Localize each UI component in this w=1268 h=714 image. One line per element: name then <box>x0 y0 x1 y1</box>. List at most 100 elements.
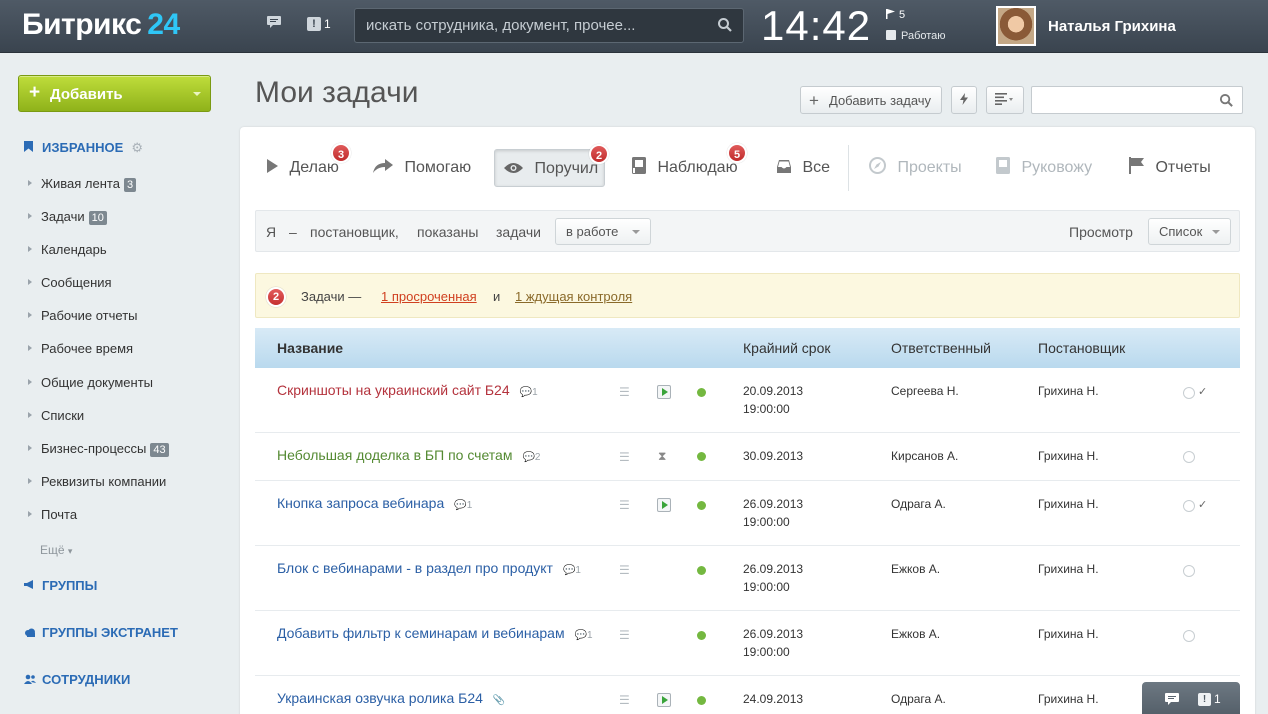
complete-checkbox[interactable] <box>1183 500 1195 512</box>
sidebar-item-documents[interactable]: Общие документы <box>28 375 169 408</box>
row-menu-icon[interactable]: ☰ <box>619 498 630 512</box>
start-task-icon[interactable] <box>657 693 671 707</box>
tab-watching[interactable]: Наблюдаю 5 <box>632 143 747 187</box>
task-title-link[interactable]: Украинская озвучка ролика Б24 📎 <box>277 690 505 706</box>
start-task-icon[interactable] <box>657 498 671 512</box>
user-name[interactable]: Наталья Грихина <box>1048 18 1176 35</box>
messages-icon[interactable] <box>266 15 282 32</box>
gear-icon[interactable]: ⚙ <box>131 140 143 155</box>
row-menu-icon[interactable]: ☰ <box>619 450 630 464</box>
complete-checkbox[interactable] <box>1183 565 1195 577</box>
notifications-button[interactable]: ! 1 <box>307 15 331 31</box>
task-title-link[interactable]: Небольшая доделка в БП по счетам 💬2 <box>277 447 540 463</box>
task-creator[interactable]: Грихина Н. <box>1038 692 1099 706</box>
tab-all[interactable]: Все <box>777 149 830 187</box>
column-responsible[interactable]: Ответственный <box>891 340 991 356</box>
sidebar-groups[interactable]: ГРУППЫ <box>24 578 97 593</box>
sidebar-item-lists[interactable]: Списки <box>28 408 169 441</box>
task-creator[interactable]: Грихина Н. <box>1038 562 1099 576</box>
complete-checkbox[interactable] <box>1183 387 1195 399</box>
chevron-down-icon[interactable] <box>193 92 201 96</box>
tab-assigned[interactable]: Поручил 2 <box>494 144 609 187</box>
sidebar-item-live-feed[interactable]: Живая лента 3 <box>28 176 169 209</box>
sidebar-item-mail[interactable]: Почта <box>28 507 169 540</box>
list-settings-icon <box>995 93 1013 105</box>
arrow-icon <box>28 378 32 385</box>
tab-count-badge: 3 <box>331 143 351 163</box>
search-icon[interactable] <box>717 17 733 38</box>
task-title-link[interactable]: Добавить фильтр к семинарам и вебинарам 💬… <box>277 625 593 641</box>
sidebar-item-bizproc[interactable]: Бизнес-процессы 43 <box>28 441 169 474</box>
task-responsible[interactable]: Сергеева Н. <box>891 384 959 398</box>
task-creator[interactable]: Грихина Н. <box>1038 497 1099 511</box>
status-dropdown[interactable]: в работе <box>555 218 651 245</box>
column-creator[interactable]: Постановщик <box>1038 340 1125 356</box>
deadline-date: 26.09.2013 <box>743 627 804 641</box>
add-task-button[interactable]: + Добавить задачу <box>800 86 942 114</box>
task-filter-input[interactable] <box>1031 86 1243 114</box>
table-row[interactable]: Небольшая доделка в БП по счетам 💬2 ☰ ⧗ 3… <box>255 433 1240 481</box>
start-task-icon[interactable] <box>657 385 671 399</box>
search-input[interactable] <box>355 9 705 42</box>
tab-projects[interactable]: Проекты <box>869 149 962 187</box>
tab-managing[interactable]: Руковожу <box>996 149 1092 187</box>
cloud-icon <box>24 626 36 640</box>
compass-icon <box>869 157 890 176</box>
row-menu-icon[interactable]: ☰ <box>619 385 630 399</box>
table-row[interactable]: Добавить фильтр к семинарам и вебинарам 💬… <box>255 611 1240 676</box>
task-responsible[interactable]: Одрага А. <box>891 692 946 706</box>
column-name[interactable]: Название <box>277 340 343 356</box>
table-row[interactable]: Кнопка запроса вебинара 💬1 ☰ 26.09.2013 19… <box>255 481 1240 546</box>
task-creator[interactable]: Грихина Н. <box>1038 384 1099 398</box>
tab-reports[interactable]: Отчеты <box>1129 149 1211 187</box>
chat-panel[interactable]: ! 1 <box>1142 682 1240 714</box>
chat-icon[interactable] <box>1164 692 1180 709</box>
task-creator[interactable]: Грихина Н. <box>1038 627 1099 641</box>
logo[interactable]: Битрикс 24 <box>22 8 180 42</box>
row-menu-icon[interactable]: ☰ <box>619 563 630 577</box>
task-title-link[interactable]: Скриншоты на украинский сайт Б24 💬1 <box>277 382 538 398</box>
events-flag[interactable]: 5 <box>886 9 905 21</box>
task-responsible[interactable]: Одрага А. <box>891 497 946 511</box>
avatar[interactable] <box>996 6 1036 46</box>
people-icon <box>24 673 36 687</box>
tab-helping[interactable]: Помогаю <box>373 149 471 187</box>
employees-label: СОТРУДНИКИ <box>42 672 131 687</box>
task-creator[interactable]: Грихина Н. <box>1038 449 1099 463</box>
work-status[interactable]: Работаю <box>886 30 946 42</box>
table-row[interactable]: Украинская озвучка ролика Б24 📎 ☰ 24.09.2… <box>255 676 1240 714</box>
table-row[interactable]: Скриншоты на украинский сайт Б24 💬1 ☰ 20.… <box>255 368 1240 433</box>
overdue-link[interactable]: 1 просроченная <box>381 289 477 304</box>
sidebar-item-company[interactable]: Реквизиты компании <box>28 474 169 507</box>
clock[interactable]: 14:42 <box>761 2 871 50</box>
row-menu-icon[interactable]: ☰ <box>619 693 630 707</box>
tabs-divider <box>848 145 849 191</box>
sidebar-item-calendar[interactable]: Календарь <box>28 242 169 275</box>
sidebar-item-messages[interactable]: Сообщения <box>28 275 169 308</box>
task-responsible[interactable]: Ежков А. <box>891 627 940 641</box>
sidebar-item-work-reports[interactable]: Рабочие отчеты <box>28 308 169 341</box>
task-title-link[interactable]: Блок с вебинарами - в раздел про продукт… <box>277 560 581 576</box>
tab-doing[interactable]: Делаю 3 <box>267 143 351 187</box>
view-options-button[interactable] <box>986 86 1024 114</box>
sidebar-employees[interactable]: СОТРУДНИКИ <box>24 672 130 687</box>
row-menu-icon[interactable]: ☰ <box>619 628 630 642</box>
sidebar-more[interactable]: Ещё ▾ <box>40 543 72 557</box>
task-title-link[interactable]: Кнопка запроса вебинара 💬1 <box>277 495 472 511</box>
complete-checkbox[interactable] <box>1183 451 1195 463</box>
table-row[interactable]: Блок с вебинарами - в раздел про продукт… <box>255 546 1240 611</box>
quick-task-button[interactable] <box>951 86 977 114</box>
sidebar-extranet[interactable]: ГРУППЫ ЭКСТРАНЕТ <box>24 625 178 640</box>
task-responsible[interactable]: Кирсанов А. <box>891 449 958 463</box>
task-responsible[interactable]: Ежков А. <box>891 562 940 576</box>
view-mode-dropdown[interactable]: Список <box>1148 218 1231 245</box>
complete-checkbox[interactable] <box>1183 630 1195 642</box>
add-button[interactable]: + Добавить <box>18 75 211 112</box>
search-icon[interactable] <box>1219 93 1234 113</box>
sidebar-favorites[interactable]: ИЗБРАННОЕ ⚙ <box>24 140 143 156</box>
awaiting-control-link[interactable]: 1 ждущая контроля <box>515 289 632 304</box>
sidebar-item-tasks[interactable]: Задачи 10 <box>28 209 169 242</box>
chat-notifications[interactable]: ! 1 <box>1198 692 1221 707</box>
sidebar-item-work-time[interactable]: Рабочее время <box>28 341 169 374</box>
column-deadline[interactable]: Крайний срок <box>743 340 831 356</box>
